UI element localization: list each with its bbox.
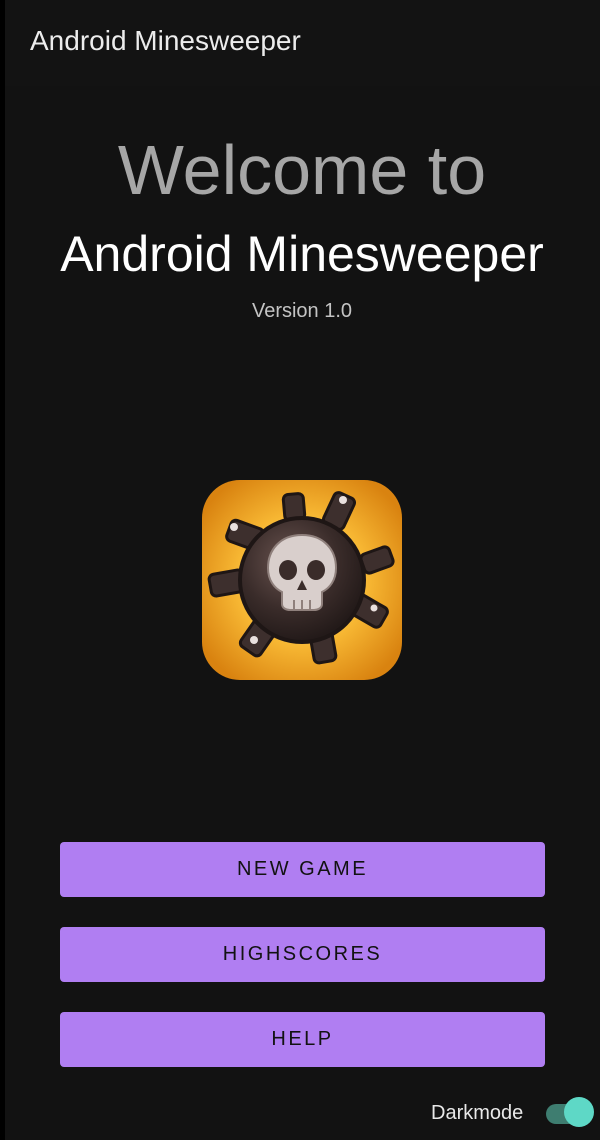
darkmode-label: Darkmode [431, 1102, 524, 1124]
app-bar-title: Android Minesweeper [30, 25, 301, 56]
new-game-button[interactable]: NEW GAME [60, 842, 545, 897]
help-button[interactable]: HELP [60, 1012, 545, 1067]
toggle-thumb [564, 1097, 594, 1127]
darkmode-toggle[interactable] [546, 1097, 596, 1129]
highscores-button[interactable]: HIGHSCORES [60, 927, 545, 982]
welcome-heading: Welcome to [117, 131, 487, 209]
app-name-heading: Android Minesweeper [60, 226, 544, 282]
version-text: Version 1.0 [251, 300, 353, 322]
mine-skull-icon [202, 480, 402, 680]
